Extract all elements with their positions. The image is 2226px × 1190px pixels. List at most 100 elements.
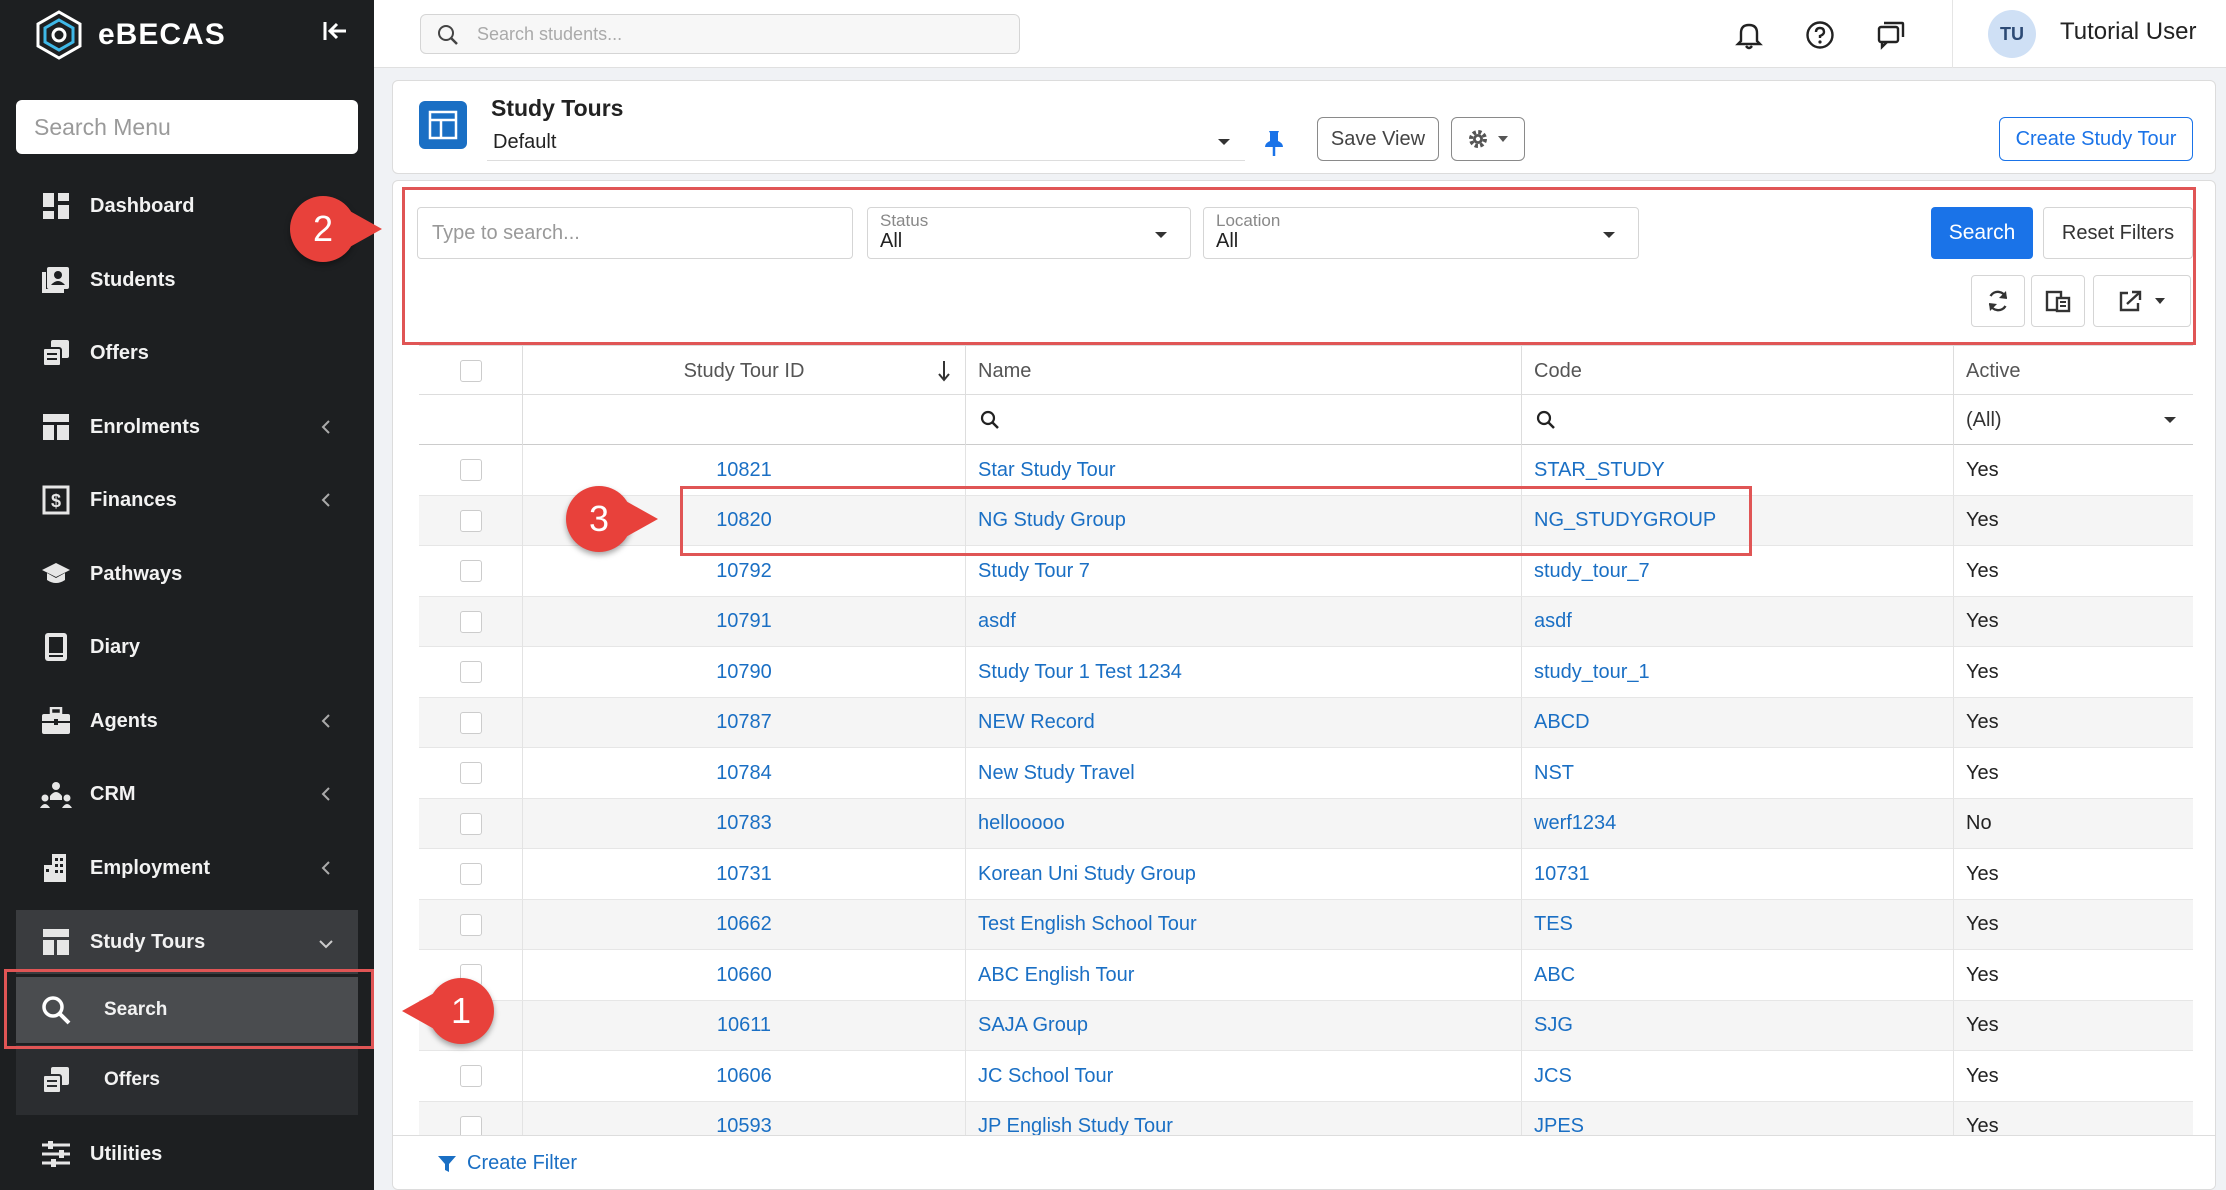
study-tour-name-link[interactable]: hellooooo (966, 798, 1522, 849)
sidebar-item-agents[interactable]: Agents (16, 691, 358, 751)
study-tour-code-link[interactable]: werf1234 (1522, 798, 1954, 849)
study-tour-code-link[interactable]: study_tour_1 (1522, 647, 1954, 697)
pin-view-button[interactable] (1259, 125, 1289, 161)
table-row[interactable]: 10660 ABC English Tour ABC Yes (419, 950, 2193, 1001)
menu-search-input[interactable] (16, 100, 358, 154)
study-tour-code-link[interactable]: JCS (1522, 1051, 1954, 1101)
study-tour-id-link[interactable]: 10792 (523, 546, 966, 596)
column-chooser-button[interactable] (2031, 275, 2085, 327)
study-tour-id-link[interactable]: 10783 (523, 798, 966, 849)
table-row[interactable]: 10783 hellooooo werf1234 No (419, 798, 2193, 849)
notifications-button[interactable] (1732, 18, 1766, 52)
row-checkbox[interactable] (459, 711, 482, 734)
table-row[interactable]: 10821 Star Study Tour STAR_STUDY Yes (419, 445, 2193, 496)
study-tour-name-link[interactable]: NEW Record (966, 697, 1522, 748)
view-select[interactable]: Default (487, 125, 1245, 161)
create-filter-button[interactable]: Create Filter (437, 1152, 577, 1175)
row-checkbox[interactable] (459, 1065, 482, 1087)
study-tour-name-link[interactable]: Star Study Tour (966, 445, 1522, 495)
student-search-input[interactable] (477, 15, 1007, 53)
keyword-search-input[interactable] (417, 207, 853, 259)
global-search[interactable] (420, 14, 1020, 54)
filter-cell-id[interactable] (523, 395, 966, 445)
study-tour-name-link[interactable]: ABC English Tour (966, 950, 1522, 1000)
select-all-checkbox[interactable] (459, 360, 482, 382)
study-tour-id-link[interactable]: 10790 (523, 647, 966, 697)
table-row[interactable]: 10787 NEW Record ABCD Yes (419, 697, 2193, 748)
sidebar-item-offers[interactable]: Offers (16, 323, 358, 383)
table-row[interactable]: 10791 asdf asdf Yes (419, 596, 2193, 647)
table-row[interactable]: 10792 Study Tour 7 study_tour_7 Yes (419, 546, 2193, 597)
row-checkbox[interactable] (459, 812, 482, 835)
study-tour-id-link[interactable]: 10731 (523, 849, 966, 899)
sidebar-subitem-search[interactable]: Search (16, 977, 358, 1043)
sidebar-subitem-offers[interactable]: Offers (16, 1045, 358, 1115)
sidebar-item-diary[interactable]: Diary (16, 617, 358, 677)
sidebar-item-finances[interactable]: $ Finances (16, 470, 358, 530)
sidebar-item-students[interactable]: Students (16, 250, 358, 310)
sidebar-item-pathways[interactable]: Pathways (16, 544, 358, 604)
study-tour-name-link[interactable]: New Study Travel (966, 748, 1522, 798)
row-checkbox[interactable] (459, 863, 482, 885)
row-checkbox[interactable] (459, 661, 482, 683)
study-tour-id-link[interactable]: 10606 (523, 1051, 966, 1101)
study-tour-name-link[interactable]: Study Tour 1 Test 1234 (966, 647, 1522, 697)
refresh-button[interactable] (1971, 275, 2025, 327)
study-tour-name-link[interactable]: Korean Uni Study Group (966, 849, 1522, 899)
create-study-tour-button[interactable]: Create Study Tour (1999, 117, 2193, 161)
table-row[interactable]: 10784 New Study Travel NST Yes (419, 748, 2193, 799)
study-tour-code-link[interactable]: asdf (1522, 596, 1954, 647)
row-checkbox[interactable] (459, 509, 482, 532)
study-tour-name-link[interactable]: SAJA Group (966, 1000, 1522, 1051)
study-tour-id-link[interactable]: 10787 (523, 697, 966, 748)
study-tour-code-link[interactable]: STAR_STUDY (1522, 445, 1954, 495)
avatar[interactable]: TU (1988, 10, 2036, 58)
table-row[interactable]: 10731 Korean Uni Study Group 10731 Yes (419, 849, 2193, 900)
location-filter-select[interactable]: Location All (1203, 207, 1639, 259)
sidebar-item-study-tours[interactable]: Study Tours (16, 910, 358, 974)
reset-filters-button[interactable]: Reset Filters (2043, 207, 2193, 259)
study-tour-code-link[interactable]: study_tour_7 (1522, 546, 1954, 596)
study-tour-id-link[interactable]: 10662 (523, 899, 966, 950)
table-row[interactable]: 10606 JC School Tour JCS Yes (419, 1051, 2193, 1102)
study-tour-code-link[interactable]: SJG (1522, 1000, 1954, 1051)
row-checkbox[interactable] (459, 913, 482, 936)
status-filter-select[interactable]: Status All (867, 207, 1191, 259)
save-view-button[interactable]: Save View (1317, 117, 1439, 161)
column-header-study-tour-id[interactable]: Study Tour ID (523, 346, 966, 396)
study-tour-name-link[interactable]: JC School Tour (966, 1051, 1522, 1101)
study-tour-id-link[interactable]: 10611 (523, 1000, 966, 1051)
row-checkbox[interactable] (459, 610, 482, 633)
sidebar-item-enrolments[interactable]: Enrolments (16, 397, 358, 457)
view-settings-button[interactable] (1451, 117, 1525, 161)
study-tour-id-link[interactable]: 10784 (523, 748, 966, 798)
study-tour-name-link[interactable]: asdf (966, 596, 1522, 647)
study-tour-name-link[interactable]: NG Study Group (966, 495, 1522, 546)
column-header-code[interactable]: Code (1522, 346, 1954, 396)
study-tour-code-link[interactable]: ABC (1522, 950, 1954, 1000)
active-filter-select[interactable]: (All) (1954, 395, 2193, 445)
study-tour-code-link[interactable]: NG_STUDYGROUP (1522, 495, 1954, 546)
name-filter-cell[interactable] (966, 395, 1522, 445)
app-logo[interactable]: eBECAS (34, 10, 226, 60)
sidebar-item-employment[interactable]: Employment (16, 838, 358, 898)
collapse-sidebar-button[interactable] (318, 14, 352, 48)
column-header-name[interactable]: Name (966, 346, 1522, 396)
sidebar-item-utilities[interactable]: Utilities (16, 1124, 358, 1184)
study-tour-id-link[interactable]: 10791 (523, 596, 966, 647)
study-tour-name-link[interactable]: Study Tour 7 (966, 546, 1522, 596)
study-tour-code-link[interactable]: TES (1522, 899, 1954, 950)
row-checkbox[interactable] (459, 762, 482, 784)
user-name[interactable]: Tutorial User (2060, 18, 2196, 46)
study-tour-code-link[interactable]: 10731 (1522, 849, 1954, 899)
study-tour-id-link[interactable]: 10660 (523, 950, 966, 1000)
code-filter-cell[interactable] (1522, 395, 1954, 445)
study-tour-name-link[interactable]: Test English School Tour (966, 899, 1522, 950)
search-button[interactable]: Search (1931, 207, 2033, 259)
study-tour-code-link[interactable]: ABCD (1522, 697, 1954, 748)
messages-button[interactable] (1874, 18, 1908, 52)
study-tour-code-link[interactable]: NST (1522, 748, 1954, 798)
help-button[interactable] (1803, 18, 1837, 52)
export-button[interactable] (2093, 275, 2191, 327)
row-checkbox[interactable] (459, 560, 482, 582)
